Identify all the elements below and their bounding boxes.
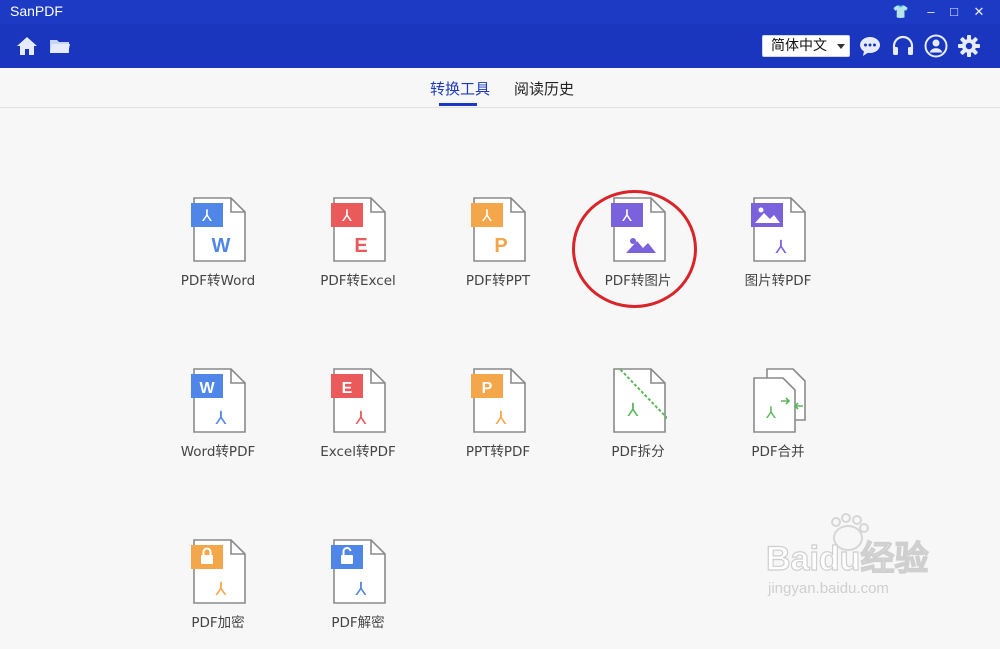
tool-label: PDF拆分 [611,444,665,460]
svg-text:P: P [494,235,507,257]
pdf-split-icon: ⅄ [613,368,667,433]
svg-text:⅄: ⅄ [496,408,508,429]
headset-icon[interactable] [891,34,915,58]
tool-label: Word转PDF [180,444,256,460]
tool-label: PDF合并 [751,444,805,460]
tool-pdf-to-excel[interactable]: ⅄ E PDF转Excel [303,197,413,307]
language-select-value: 简体中文 [771,38,827,54]
svg-text:⅄: ⅄ [201,206,212,225]
svg-text:P: P [482,380,493,397]
tool-ppt-to-pdf[interactable]: P ⅄ PPT转PDF [443,368,553,478]
svg-text:⅄: ⅄ [628,400,640,421]
tool-label: PPT转PDF [465,444,531,460]
tab-bar: 转换工具 阅读历史 [0,68,1000,108]
pdf-decrypt-icon: ⅄ [331,539,386,604]
user-icon[interactable] [924,34,948,58]
pdf-to-excel-icon: ⅄ E [331,197,386,262]
maximize-button[interactable]: □ [943,0,965,24]
title-bar: SanPDF 👕 – □ ✕ [0,0,1000,24]
svg-text:⅄: ⅄ [776,237,788,258]
pdf-encrypt-icon: ⅄ [191,539,246,604]
gear-icon[interactable] [957,34,981,58]
svg-text:⅄: ⅄ [621,206,632,225]
tool-label: PDF解密 [331,615,385,631]
tool-label: PDF转Excel [320,273,396,289]
svg-text:⅄: ⅄ [216,408,228,429]
folder-icon[interactable] [48,34,72,58]
tab-reading-history[interactable]: 阅读历史 [514,78,574,99]
excel-to-pdf-icon: E ⅄ [331,368,386,433]
tool-label: PDF转图片 [604,273,672,289]
svg-text:E: E [342,380,353,397]
chevron-down-icon [837,44,845,49]
tool-label: PDF转PPT [465,273,531,289]
toolbar: 简体中文 [0,24,1000,68]
tool-pdf-to-ppt[interactable]: ⅄ P PDF转PPT [443,197,553,307]
tab-convert-tools[interactable]: 转换工具 [430,78,490,99]
watermark-url: jingyan.baidu.com [767,580,889,597]
svg-text:⅄: ⅄ [341,206,352,225]
watermark-logo: Baidu经验 jingyan.baidu.com [765,513,929,597]
watermark-brand: Baidu经验 [766,539,928,578]
svg-text:⅄: ⅄ [216,579,228,600]
ppt-to-pdf-icon: P ⅄ [471,368,526,433]
tool-excel-to-pdf[interactable]: E ⅄ Excel转PDF [303,368,413,478]
tool-label: PDF转Word [180,273,256,289]
svg-text:⅄: ⅄ [356,408,368,429]
tool-pdf-decrypt[interactable]: ⅄ PDF解密 [303,539,413,649]
language-select[interactable]: 简体中文 [762,35,850,57]
tool-pdf-to-word[interactable]: ⅄ W PDF转Word [163,197,273,307]
svg-text:E: E [354,235,367,257]
app-title: SanPDF [10,3,63,19]
skin-button[interactable]: 👕 [890,0,912,24]
svg-text:W: W [199,380,215,397]
active-tab-indicator [439,103,477,106]
svg-text:W: W [212,235,231,257]
word-to-pdf-icon: W ⅄ [191,368,246,433]
close-button[interactable]: ✕ [968,0,990,24]
tool-image-to-pdf[interactable]: ⅄ 图片转PDF [723,197,833,307]
pdf-to-image-icon: ⅄ [611,197,666,262]
image-to-pdf-icon: ⅄ [751,197,806,262]
tool-label: PDF加密 [191,615,245,631]
svg-text:⅄: ⅄ [356,579,368,600]
tool-word-to-pdf[interactable]: W ⅄ Word转PDF [163,368,273,478]
pdf-to-ppt-icon: ⅄ P [471,197,526,262]
tool-pdf-encrypt[interactable]: ⅄ PDF加密 [163,539,273,649]
tool-label: 图片转PDF [744,273,812,289]
tool-pdf-merge[interactable]: ⅄ PDF合并 [723,368,833,478]
svg-text:⅄: ⅄ [765,403,776,422]
tool-pdf-to-image[interactable]: ⅄ PDF转图片 [583,197,693,307]
minimize-button[interactable]: – [920,0,942,24]
svg-text:⅄: ⅄ [481,206,492,225]
chat-icon[interactable] [858,34,882,58]
pdf-merge-icon: ⅄ [753,368,806,433]
tool-pdf-split[interactable]: ⅄ PDF拆分 [583,368,693,478]
tool-label: Excel转PDF [320,444,396,460]
pdf-to-word-icon: ⅄ W [191,197,246,262]
home-icon[interactable] [15,34,39,58]
